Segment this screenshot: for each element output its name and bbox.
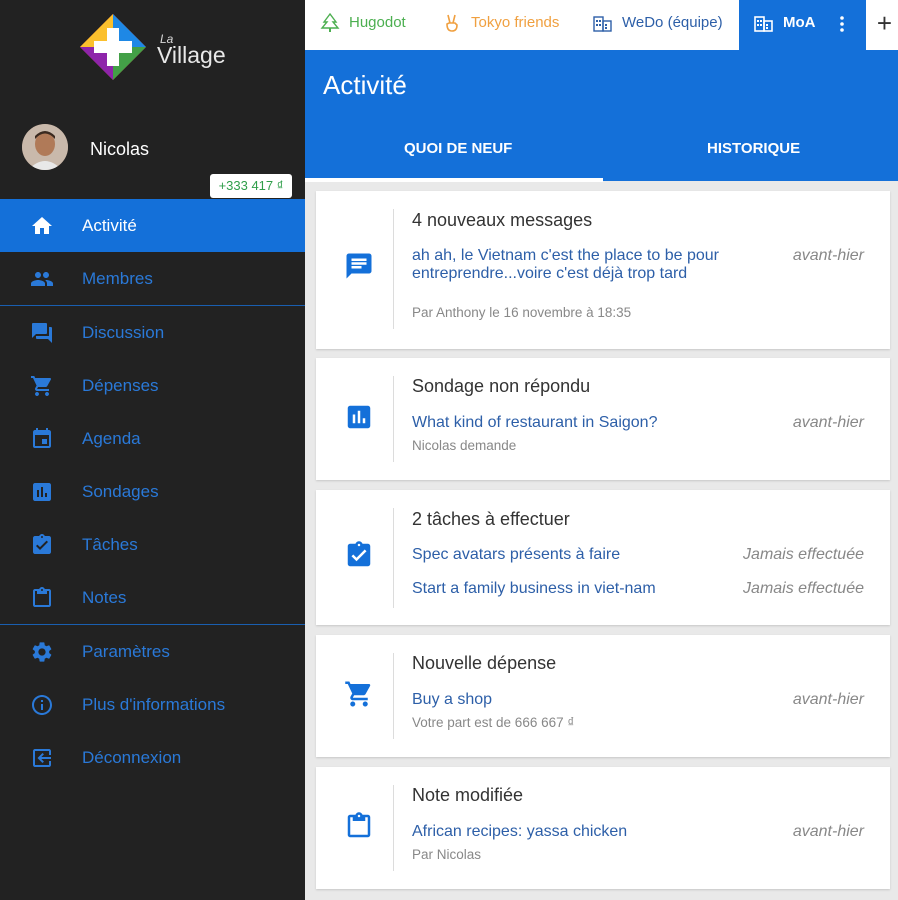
clipboard-icon xyxy=(33,587,51,607)
sidebar: La Village Nicolas Activité Membres Disc… xyxy=(0,0,305,900)
sidebar-item-deconnexion[interactable]: Déconnexion xyxy=(0,731,305,784)
sidebar-item-agenda[interactable]: Agenda xyxy=(0,412,305,465)
card-subtext: Par Anthony le 16 novembre à 18:35 xyxy=(412,305,632,320)
sidebar-item-label: Membres xyxy=(82,269,153,288)
home-icon xyxy=(32,217,52,234)
building-icon xyxy=(754,16,773,32)
activity-card-expense[interactable]: Nouvelle dépense Buy a shop avant-hier V… xyxy=(316,635,890,757)
task-icon xyxy=(33,534,51,554)
peace-hand-icon xyxy=(446,14,458,32)
logout-icon xyxy=(33,749,51,767)
user-name: Nicolas xyxy=(90,139,150,159)
tree-icon xyxy=(320,13,340,32)
page-header: Activité QUOI DE NEUF HISTORIQUE xyxy=(305,50,898,182)
sidebar-item-taches[interactable]: Tâches xyxy=(0,518,305,571)
divider xyxy=(393,376,394,462)
card-date: avant-hier xyxy=(792,414,864,431)
card-date: avant-hier xyxy=(792,247,864,264)
task-status: Jamais effectuée xyxy=(743,546,864,563)
forum-icon xyxy=(32,323,52,343)
sidebar-item-parametres[interactable]: Paramètres xyxy=(0,625,305,678)
sidebar-item-label: Plus d'informations xyxy=(82,695,226,714)
card-link[interactable]: ah ah, le Vietnam c'est the place to be … xyxy=(412,247,732,283)
activity-card-messages[interactable]: 4 nouveaux messages ah ah, le Vietnam c'… xyxy=(316,191,890,349)
sidebar-item-label: Paramètres xyxy=(82,642,170,661)
building-icon xyxy=(593,16,612,32)
sidebar-item-plus-informations[interactable]: Plus d'informations xyxy=(0,678,305,731)
tab-historique[interactable]: HISTORIQUE xyxy=(707,140,800,157)
sidebar-nav: Activité Membres Discussion Dépenses Age… xyxy=(0,199,305,784)
sidebar-item-notes[interactable]: Notes xyxy=(0,571,305,624)
task-link[interactable]: Spec avatars présents à faire xyxy=(412,546,620,564)
activity-card-poll[interactable]: Sondage non répondu What kind of restaur… xyxy=(316,358,890,480)
sidebar-item-label: Déconnexion xyxy=(82,748,182,767)
card-title: 2 tâches à effectuer xyxy=(412,509,570,529)
activity-card-note[interactable]: Note modifiée African recipes: yassa chi… xyxy=(316,767,890,889)
user-profile[interactable]: Nicolas xyxy=(0,120,305,175)
sidebar-item-label: Discussion xyxy=(82,323,165,342)
task-link[interactable]: Start a family business in viet-nam xyxy=(412,580,656,598)
sidebar-item-label: Sondages xyxy=(82,482,159,501)
poll-icon xyxy=(347,405,371,429)
card-title: Nouvelle dépense xyxy=(412,653,557,673)
cart-icon xyxy=(345,681,371,707)
card-subtext: Votre part est de 666 667 ₫ xyxy=(412,715,575,730)
divider xyxy=(393,785,394,871)
tab-label: Tokyo friends xyxy=(471,14,560,31)
sidebar-item-discussion[interactable]: Discussion xyxy=(0,306,305,359)
info-icon xyxy=(32,695,52,715)
avatar[interactable] xyxy=(22,124,68,170)
tab-hugodot[interactable]: Hugodot xyxy=(319,0,419,50)
people-icon xyxy=(31,272,53,286)
poll-icon xyxy=(33,483,51,501)
task-icon xyxy=(347,541,371,567)
expense-badge: +333 417 ₫ xyxy=(210,174,292,198)
activity-card-tasks[interactable]: 2 tâches à effectuer Spec avatars présen… xyxy=(316,490,890,625)
sidebar-item-label: Notes xyxy=(82,588,127,607)
card-subtext: Nicolas demande xyxy=(412,438,517,453)
tab-quoi-de-neuf[interactable]: QUOI DE NEUF xyxy=(404,140,512,157)
card-link[interactable]: Buy a shop xyxy=(412,691,492,709)
card-title: 4 nouveaux messages xyxy=(412,210,593,230)
tab-wedo-equipe[interactable]: WeDo (équipe) xyxy=(592,0,732,50)
sidebar-item-membres[interactable]: Membres xyxy=(0,252,305,305)
sidebar-item-label: Tâches xyxy=(82,535,138,554)
card-link[interactable]: What kind of restaurant in Saigon? xyxy=(412,414,657,432)
active-tab-indicator xyxy=(305,178,603,182)
card-subtext: Par Nicolas xyxy=(412,847,482,862)
tab-tokyo-friends[interactable]: Tokyo friends xyxy=(441,0,571,50)
card-title: Note modifiée xyxy=(412,785,524,805)
logo-text: Village xyxy=(157,42,226,68)
tab-label: Hugodot xyxy=(349,14,406,31)
tab-label: MoA xyxy=(783,14,816,31)
card-title: Sondage non répondu xyxy=(412,376,591,396)
divider xyxy=(393,209,394,329)
cart-icon xyxy=(31,376,52,396)
card-date: avant-hier xyxy=(792,691,864,708)
sidebar-item-label: Activité xyxy=(82,216,137,235)
page-title: Activité xyxy=(323,70,407,100)
add-tab-button[interactable]: + xyxy=(871,0,898,50)
workspace-tabbar: Hugodot Tokyo friends WeDo (équipe) MoA … xyxy=(305,0,898,50)
more-vert-icon[interactable] xyxy=(836,14,848,34)
message-icon xyxy=(346,253,372,279)
tab-label: WeDo (équipe) xyxy=(622,14,723,31)
divider xyxy=(393,508,394,608)
clipboard-icon xyxy=(347,812,371,838)
sidebar-item-activite[interactable]: Activité xyxy=(0,199,305,252)
sidebar-item-sondages[interactable]: Sondages xyxy=(0,465,305,518)
task-status: Jamais effectuée xyxy=(743,580,864,597)
sidebar-item-depenses[interactable]: Dépenses xyxy=(0,359,305,412)
gear-icon xyxy=(32,642,52,662)
app-logo: La Village xyxy=(78,12,238,92)
divider xyxy=(393,653,394,739)
sidebar-item-label: Agenda xyxy=(82,429,141,448)
card-date: avant-hier xyxy=(792,823,864,840)
calendar-icon xyxy=(33,428,51,448)
tab-moa[interactable]: MoA xyxy=(739,0,866,50)
card-link[interactable]: African recipes: yassa chicken xyxy=(412,823,627,841)
sidebar-item-label: Dépenses xyxy=(82,376,159,395)
